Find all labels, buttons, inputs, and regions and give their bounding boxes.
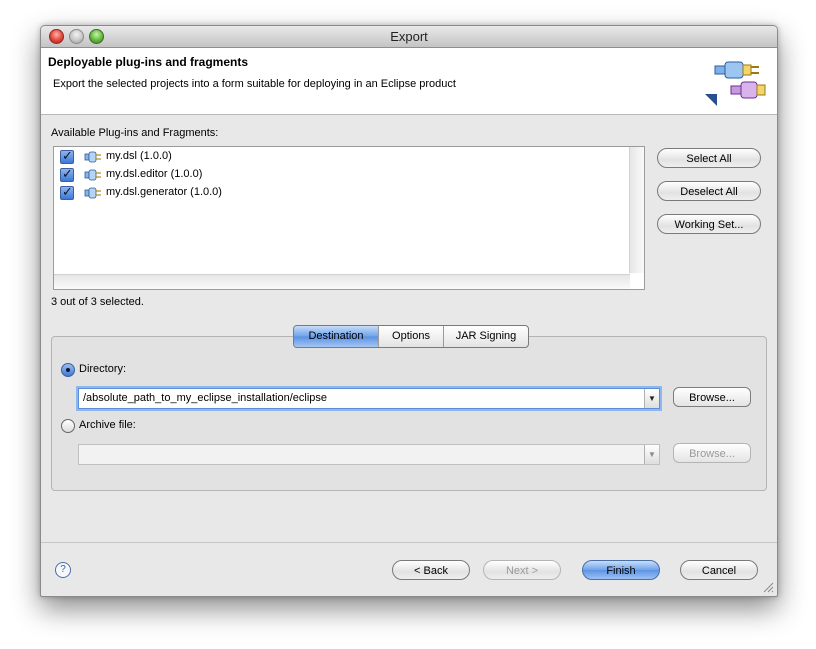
tab-panel	[51, 336, 767, 491]
tab-destination[interactable]: Destination	[294, 326, 379, 347]
back-button[interactable]: < Back	[392, 560, 470, 580]
footer-divider	[41, 542, 777, 543]
chevron-down-icon[interactable]: ▼	[644, 445, 659, 464]
wizard-header: Deployable plug-ins and fragments Export…	[41, 48, 777, 115]
plugin-name: my.dsl (1.0.0)	[106, 150, 172, 162]
list-item[interactable]: ✓ my.dsl (1.0.0)	[60, 148, 560, 167]
directory-combo-value: /absolute_path_to_my_eclipse_installatio…	[83, 392, 327, 404]
vertical-scrollbar[interactable]	[629, 147, 644, 273]
directory-combo[interactable]: /absolute_path_to_my_eclipse_installatio…	[78, 388, 660, 409]
archive-browse-button[interactable]: Browse...	[673, 443, 751, 463]
list-item[interactable]: ✓ my.dsl.editor (1.0.0)	[60, 166, 560, 185]
plugin-checkbox[interactable]: ✓	[60, 166, 74, 182]
resize-grip-icon[interactable]	[763, 582, 774, 593]
directory-browse-button[interactable]: Browse...	[673, 387, 751, 407]
next-button[interactable]: Next >	[483, 560, 561, 580]
select-all-button[interactable]: Select All	[657, 148, 761, 168]
plugin-checkbox[interactable]: ✓	[60, 184, 74, 200]
archive-file-label: Archive file:	[79, 419, 136, 431]
plugin-checkbox[interactable]: ✓	[60, 148, 74, 164]
tab-jar-signing[interactable]: JAR Signing	[444, 326, 528, 347]
window-title: Export	[390, 29, 428, 44]
plugin-icon	[84, 169, 101, 181]
directory-radio[interactable]	[61, 363, 75, 377]
wizard-title: Deployable plug-ins and fragments	[48, 55, 249, 69]
help-icon[interactable]: ?	[55, 562, 71, 578]
plugin-icon	[84, 151, 101, 163]
radio-dot	[66, 368, 70, 372]
export-plugin-wizard-icon	[705, 61, 766, 106]
list-item[interactable]: ✓ my.dsl.generator (1.0.0)	[60, 184, 560, 203]
wizard-description: Export the selected projects into a form…	[53, 78, 456, 90]
plugin-name: my.dsl.generator (1.0.0)	[106, 186, 222, 198]
archive-file-combo[interactable]: ▼	[78, 444, 660, 465]
title-bar[interactable]: Export	[41, 26, 777, 48]
cancel-button[interactable]: Cancel	[680, 560, 758, 580]
export-dialog: Export Deployable plug-ins and fragments…	[40, 25, 778, 597]
plugins-list-label: Available Plug-ins and Fragments:	[51, 127, 219, 139]
plugin-icon	[84, 187, 101, 199]
working-set-button[interactable]: Working Set...	[657, 214, 761, 234]
archive-file-radio[interactable]	[61, 419, 75, 433]
directory-label: Directory:	[79, 363, 127, 375]
plugin-name: my.dsl.editor (1.0.0)	[106, 168, 203, 180]
chevron-down-icon[interactable]: ▼	[644, 389, 659, 408]
plugins-list[interactable]: ✓ my.dsl (1.0.0) ✓ my.dsl.editor (1.0.0)…	[53, 146, 645, 290]
finish-button[interactable]: Finish	[582, 560, 660, 580]
tab-bar: Destination Options JAR Signing	[293, 325, 529, 348]
deselect-all-button[interactable]: Deselect All	[657, 181, 761, 201]
tab-options[interactable]: Options	[379, 326, 444, 347]
selection-status: 3 out of 3 selected.	[51, 296, 144, 308]
horizontal-scrollbar[interactable]	[54, 274, 630, 289]
